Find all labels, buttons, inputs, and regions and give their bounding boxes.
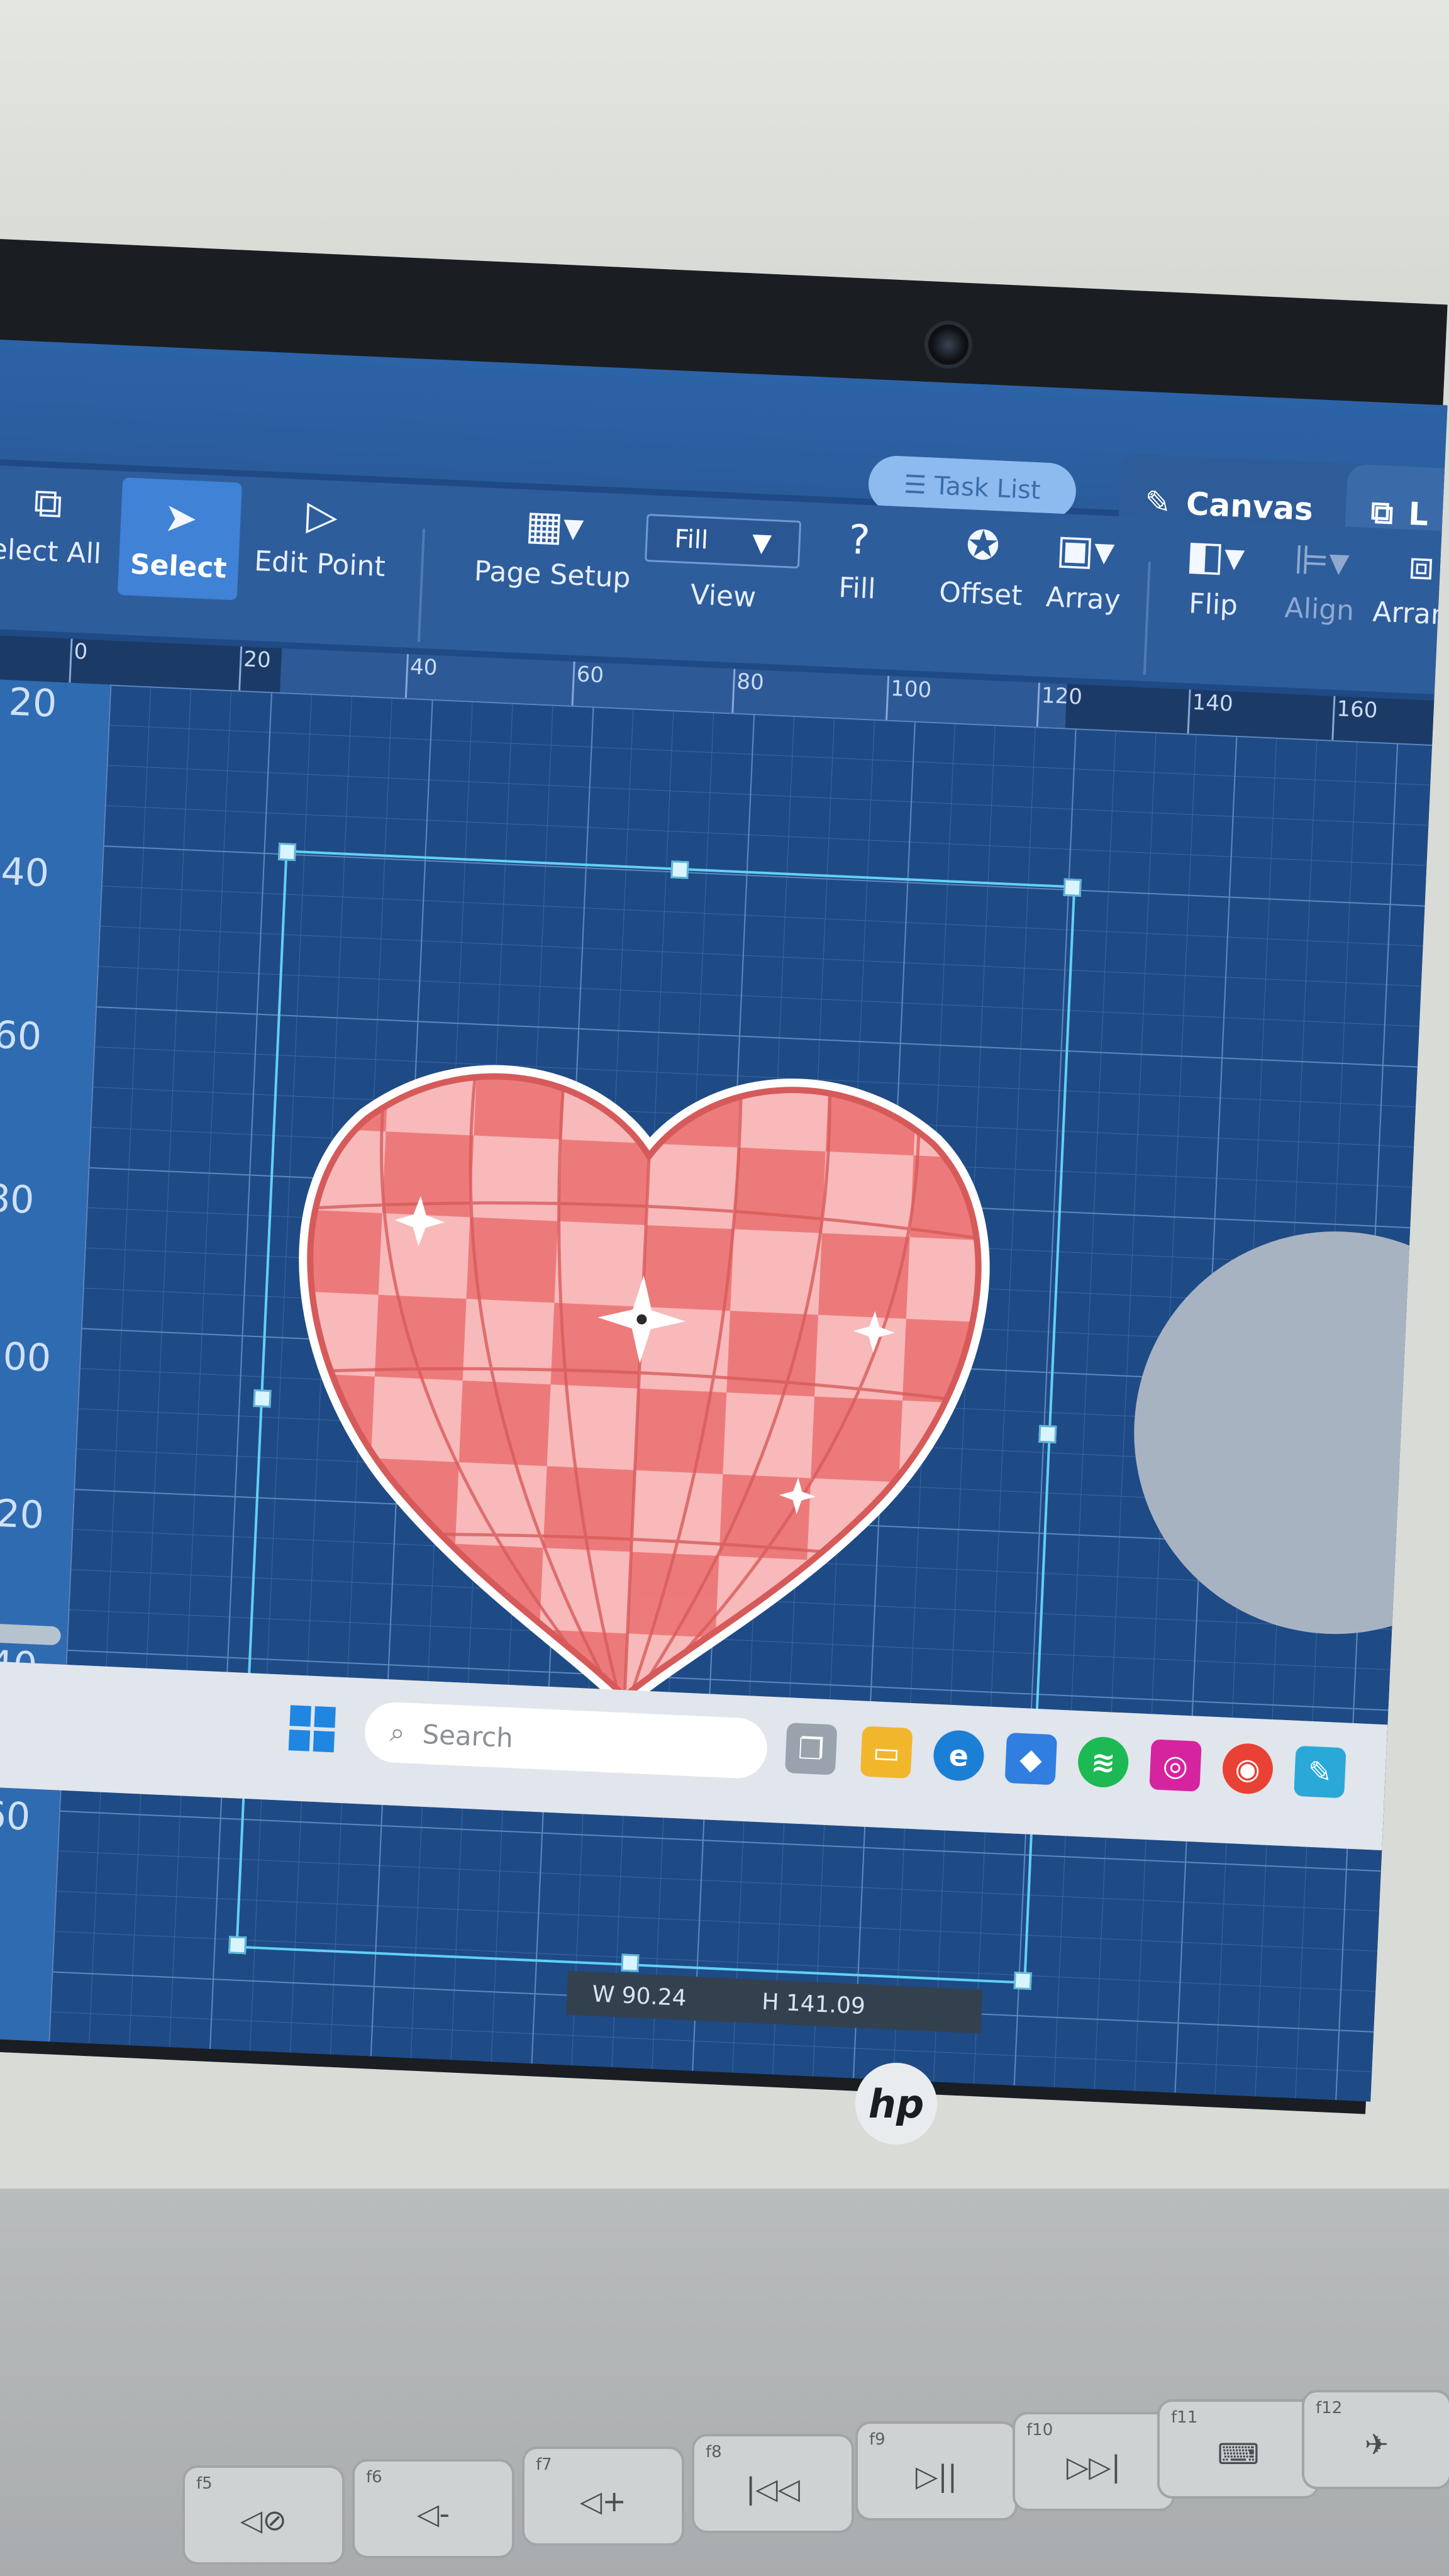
ribbon-divider [417, 528, 426, 642]
ruler-tick: 120 [1041, 682, 1083, 710]
ruler-tick: 160 [0, 1792, 31, 1840]
key-f7[interactable]: f7 ◁+ [522, 2446, 684, 2546]
resize-handle[interactable] [1038, 1424, 1057, 1443]
resize-handle[interactable] [228, 1936, 247, 1955]
resize-handle[interactable] [253, 1389, 272, 1408]
offset-button[interactable]: ✪ Offset [938, 521, 1025, 612]
hp-logo: hp [855, 2063, 937, 2145]
windows-start-icon[interactable] [288, 1705, 336, 1753]
resize-handle[interactable] [1013, 1971, 1032, 1990]
layers-icon: ⧉ [1370, 493, 1394, 531]
dimensions-bar: W 90.24 H 141.09 [566, 1970, 983, 2034]
chevron-down-icon: ▼ [751, 528, 772, 558]
resize-handle[interactable] [277, 842, 297, 862]
key-f5[interactable]: f5 ◁⊘ [182, 2465, 345, 2565]
view-label: View [689, 579, 757, 614]
key-f10[interactable]: f10 ▷▷| [1013, 2412, 1175, 2511]
fill-button[interactable]: ? Fill [838, 516, 879, 606]
height-readout: H 141.09 [761, 1989, 866, 2019]
ruler-tick: 80 [0, 1176, 35, 1223]
ruler-tick: 100 [0, 1333, 52, 1381]
pointer-outline-icon: ▷ [305, 492, 339, 540]
cursor-icon: ➤ [162, 494, 199, 543]
flip-icon: ◧▾ [1185, 531, 1246, 582]
ribbon-divider [1143, 562, 1151, 675]
edge-icon[interactable]: e [932, 1729, 985, 1782]
key-f9[interactable]: f9 ▷|| [855, 2421, 1018, 2521]
ruler-tick: 60 [575, 662, 604, 689]
file-explorer-icon[interactable]: ▭ [860, 1726, 913, 1779]
keyboard-deck: f5 ◁⊘ f6 ◁- f7 ◁+ f8 |◁◁ f9 ▷|| f10 ▷▷| … [0, 2189, 1449, 2576]
instagram-icon[interactable]: ◎ [1149, 1739, 1202, 1792]
align-button[interactable]: ⊫▾ Align [1284, 536, 1358, 627]
page-setup-button[interactable]: ▦▾ Page Setup [474, 500, 634, 594]
key-f6[interactable]: f6 ◁- [352, 2459, 514, 2558]
spotify-icon[interactable]: ≋ [1077, 1736, 1130, 1789]
select-button[interactable]: ➤ Select [117, 477, 242, 601]
resize-handle[interactable] [621, 1953, 640, 1972]
page-setup-icon: ▦▾ [524, 502, 585, 552]
app-screen: ☰ Task List ✎ Canvas ⧉ L ⧉ elect All ➤ S… [0, 340, 1448, 2102]
list-icon: ☰ [903, 470, 935, 501]
offset-star-icon: ✪ [965, 522, 1001, 570]
app-icon[interactable]: ◆ [1004, 1732, 1058, 1785]
ruler-tick: 100 [890, 675, 933, 703]
ruler-tick: 40 [0, 849, 50, 896]
width-readout: W 90.24 [591, 1980, 687, 2011]
resize-handle[interactable] [670, 860, 689, 879]
ruler-tick: 120 [0, 1490, 45, 1538]
canvas-icon: ✎ [1143, 483, 1172, 521]
select-all-icon: ⧉ [32, 479, 64, 528]
key-f11[interactable]: f11 ⌨ [1157, 2399, 1319, 2499]
key-f8[interactable]: f8 |◁◁ [692, 2434, 854, 2533]
ruler-tick: 20 [8, 680, 58, 726]
ruler-tick: 160 [1336, 696, 1379, 723]
search-icon: ⌕ [389, 1716, 406, 1748]
edit-point-button[interactable]: ▷ Edit Point [253, 490, 389, 583]
webcam [924, 321, 972, 369]
array-icon: ▣▾ [1055, 526, 1116, 575]
task-view-icon[interactable]: ❐ [784, 1723, 838, 1775]
arrange-icon: ⧈ [1407, 542, 1436, 590]
view-fill-select[interactable]: Fill ▼ [645, 513, 802, 569]
ruler-tick: 140 [1191, 689, 1234, 717]
chrome-icon[interactable]: ◉ [1221, 1742, 1274, 1796]
ruler-tick: 40 [409, 654, 438, 681]
select-all-button[interactable]: ⧉ elect All [0, 478, 104, 570]
key-f12[interactable]: f12 ✈ [1302, 2390, 1449, 2489]
array-button[interactable]: ▣▾ Array [1045, 526, 1124, 617]
resize-handle[interactable] [1063, 878, 1082, 897]
ruler-tick: 80 [736, 669, 765, 696]
ruler-tick: 20 [243, 647, 272, 674]
taskbar-search[interactable]: ⌕ Search [364, 1701, 769, 1780]
circle-shape[interactable] [1125, 1222, 1448, 1643]
arrange-button[interactable]: ⧈ Arrang [1372, 541, 1447, 632]
align-icon: ⊫▾ [1292, 536, 1350, 586]
ruler-tick: 60 [0, 1013, 43, 1060]
design-space-icon[interactable]: ✎ [1294, 1745, 1346, 1799]
design-canvas[interactable]: W 90.24 H 141.09 [48, 684, 1448, 2102]
ruler-tick: 0 [73, 638, 89, 665]
help-circle-icon: ? [847, 516, 871, 565]
flip-button[interactable]: ◧▾ Flip [1184, 532, 1246, 622]
